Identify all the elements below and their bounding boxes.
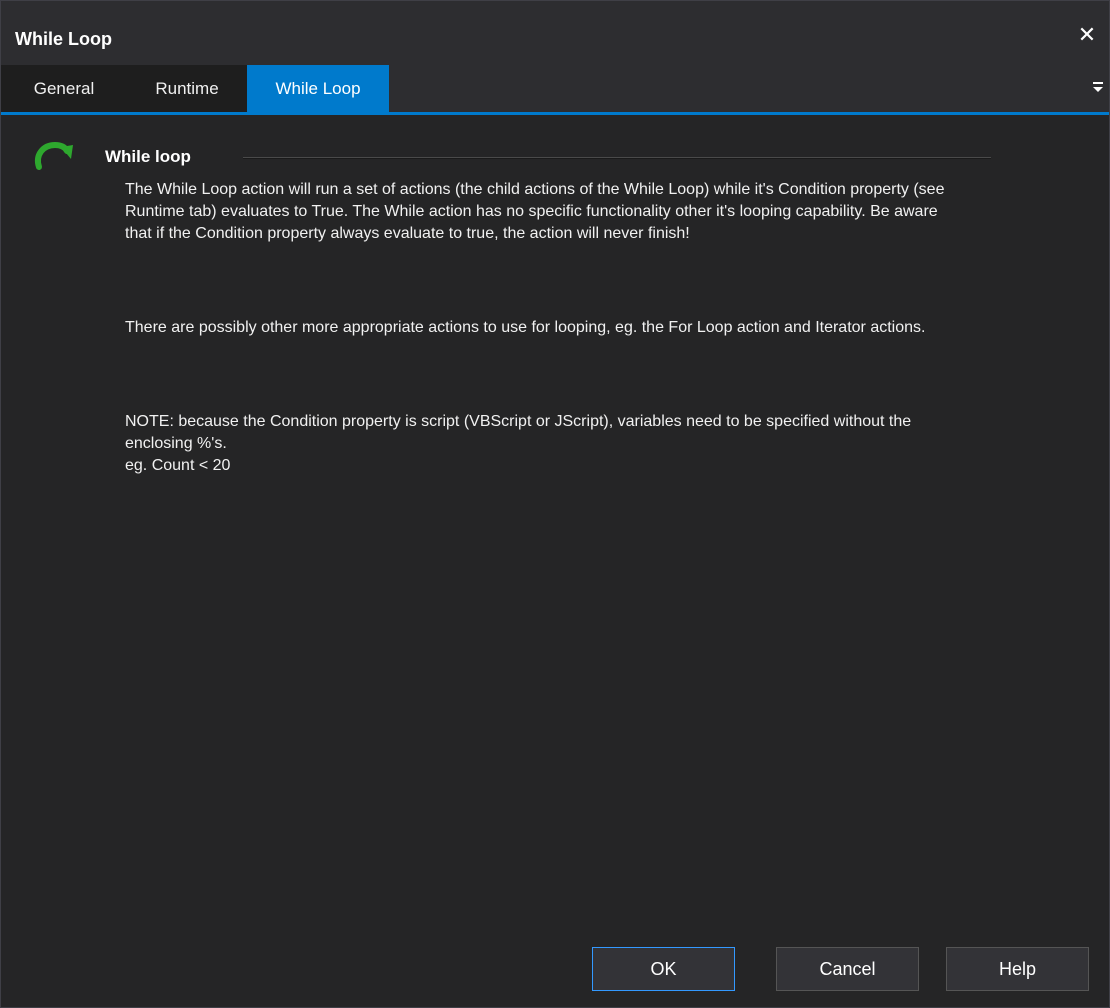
loop-arrow-icon	[35, 141, 73, 170]
tab-strip: General Runtime While Loop	[1, 65, 1109, 115]
section-divider	[243, 157, 991, 159]
dialog-window: While Loop ✕ General Runtime While Loop …	[0, 0, 1110, 1008]
title-bar: While Loop ✕	[1, 1, 1109, 65]
tab-overflow-menu-icon[interactable]	[1091, 77, 1105, 97]
tab-content-while-loop: While loop The While Loop action will ru…	[1, 115, 1109, 1007]
window-title: While Loop	[15, 29, 112, 49]
description-paragraph-3: NOTE: because the Condition property is …	[125, 413, 912, 474]
description-paragraph-1: The While Loop action will run a set of …	[125, 181, 945, 242]
close-icon[interactable]: ✕	[1075, 23, 1099, 47]
tab-runtime[interactable]: Runtime	[127, 65, 247, 112]
section-title: While loop	[105, 147, 191, 166]
cancel-button[interactable]: Cancel	[776, 947, 919, 991]
help-button[interactable]: Help	[946, 947, 1089, 991]
ok-button[interactable]: OK	[592, 947, 735, 991]
tab-while-loop[interactable]: While Loop	[247, 65, 389, 112]
tab-general[interactable]: General	[1, 65, 127, 112]
description-paragraph-2: There are possibly other more appropriat…	[125, 319, 926, 336]
